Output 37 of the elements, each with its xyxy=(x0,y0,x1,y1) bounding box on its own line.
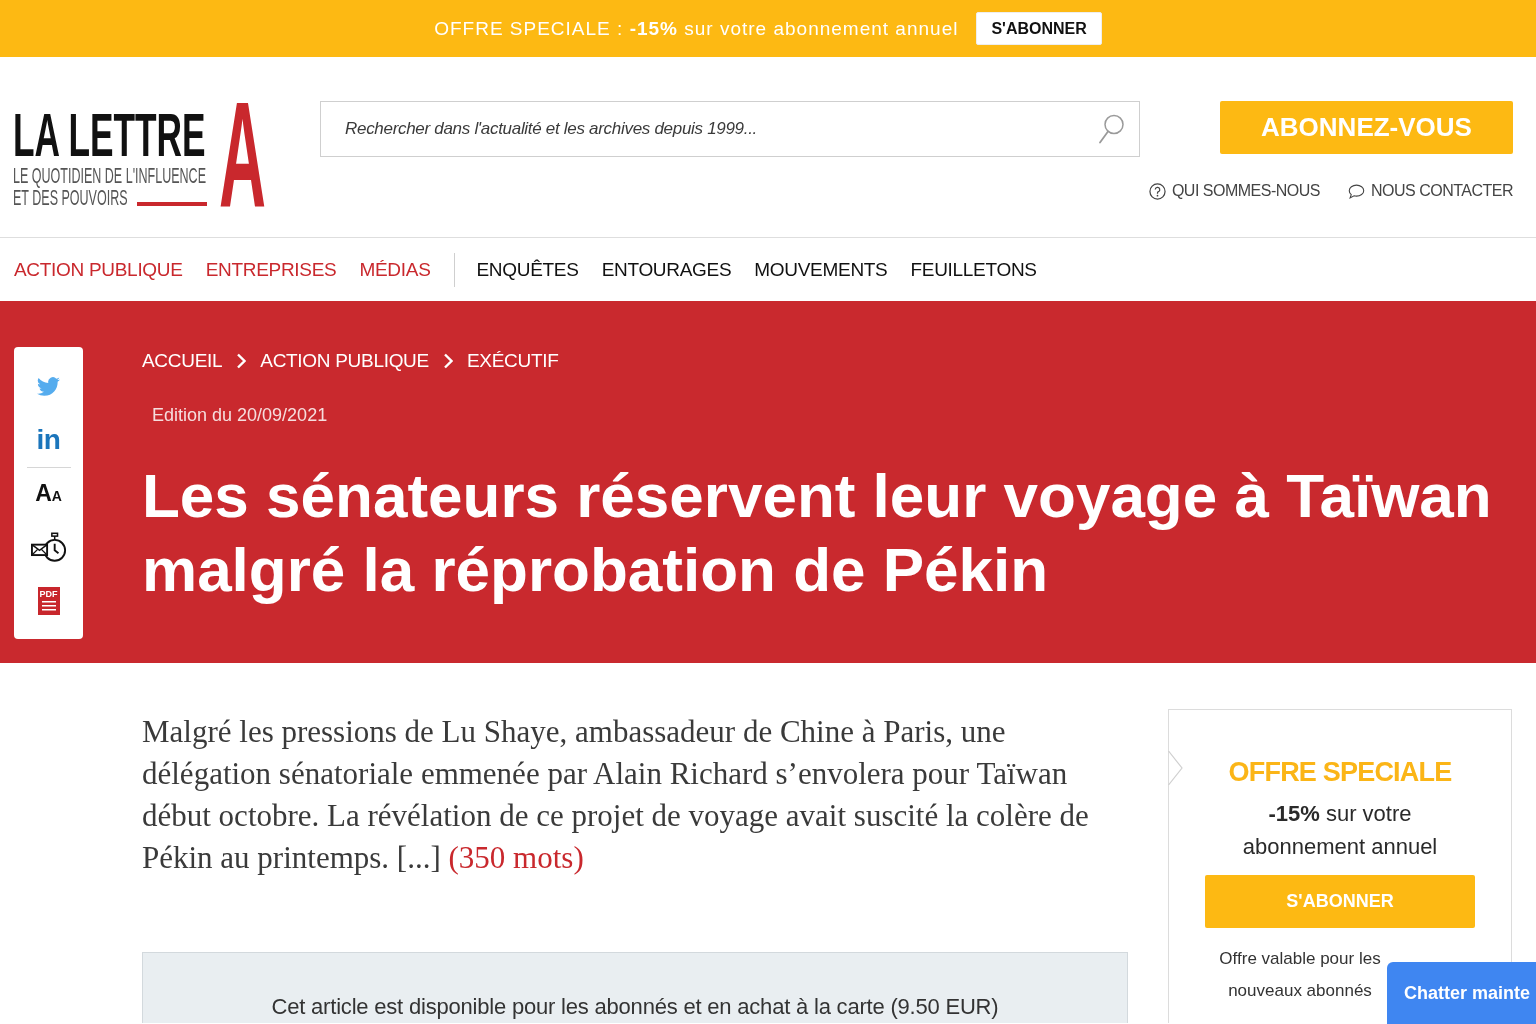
chevron-right-icon xyxy=(236,353,247,369)
question-icon xyxy=(1148,182,1166,200)
nav-link[interactable]: FEUILLETONS xyxy=(910,258,1037,281)
article-title: Les sénateurs réservent leur voyage à Taïwan malgré la réprobation de Pékin xyxy=(142,460,1493,606)
logo-wordmark: LA LETTRE xyxy=(13,113,206,158)
paywall-notice: Cet article est disponible pour les abonnés et en achat à la carte (9.50 EUR) xyxy=(142,952,1128,1023)
breadcrumb-link[interactable]: EXÉCUTIF xyxy=(466,350,559,372)
share-button[interactable]: in xyxy=(36,428,61,452)
nav-link[interactable]: ENTOURAGES xyxy=(601,258,732,281)
nav-link[interactable]: ENQUÊTES xyxy=(476,258,579,281)
bird-icon xyxy=(37,376,60,396)
nav-link[interactable]: MÉDIAS xyxy=(359,258,431,281)
subscribe-button[interactable]: S'ABONNER xyxy=(976,12,1102,45)
search-field[interactable]: Rechercher dans l'actualité et les archives depuis 1999... xyxy=(320,101,1140,157)
offer-title: OFFRE SPECIALE xyxy=(1228,756,1452,789)
offer-text: -15% sur votre abonnement annuel xyxy=(1241,800,1439,861)
speech-bubble-icon xyxy=(1347,182,1365,200)
header-link[interactable]: QUI SOMMES-NOUS xyxy=(1148,182,1320,200)
search-icon[interactable] xyxy=(1098,114,1124,144)
breadcrumb-link[interactable]: ACCUEIL xyxy=(142,350,223,372)
article-lead: Malgré les pressions de Lu Shaye, ambassadeur de Chine à Paris, une délégation sénatoriale emmenée par Alain Richard s’envolera pour Taïwan début octobre. La révélation de ce projet de voyage avait suscité la colère de Pékin au printemps. [...] (350 mots) xyxy=(142,713,1090,877)
email-reminder-button[interactable] xyxy=(30,532,67,563)
chat-button[interactable]: Chatter mainte xyxy=(1386,962,1536,1024)
header-link[interactable]: NOUS CONTACTER xyxy=(1347,182,1513,200)
envelope-clock-icon xyxy=(30,532,67,563)
logo-letter: A xyxy=(219,100,266,208)
share-button[interactable] xyxy=(37,376,60,396)
nav-link[interactable]: ENTREPRISES xyxy=(205,258,337,281)
pdf-button[interactable]: PDF xyxy=(37,586,60,615)
read-more-link[interactable]: (350 mots) xyxy=(448,840,584,875)
nav-link[interactable]: ACTION PUBLIQUE xyxy=(14,258,183,281)
chevron-right-icon xyxy=(442,353,453,369)
edition-date: Edition du 20/09/2021 xyxy=(152,404,328,427)
breadcrumb-link[interactable]: ACTION PUBLIQUE xyxy=(260,350,429,372)
promo-text: OFFRE SPECIALE : -15% sur votre abonnement annuel xyxy=(434,17,959,40)
nav-link[interactable]: MOUVEMENTS xyxy=(754,258,888,281)
logo-tagline: ET DES POUVOIRS xyxy=(13,190,128,206)
